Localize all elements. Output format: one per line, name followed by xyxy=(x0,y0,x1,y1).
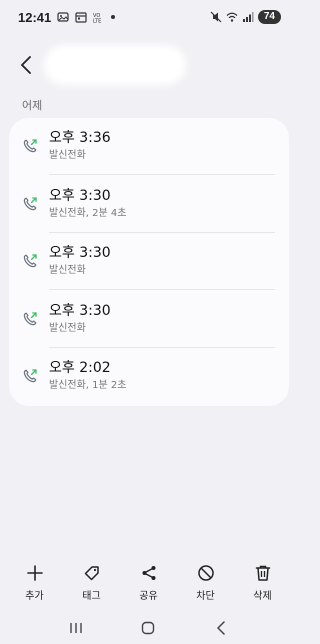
call-text: 오후 3:30 발신전화 xyxy=(49,244,275,278)
block-icon xyxy=(196,563,216,583)
tag-button[interactable]: 태그 xyxy=(67,563,117,602)
status-bar: 12:41 VO LTE 74 xyxy=(0,0,297,34)
gallery-icon xyxy=(57,11,69,23)
home-icon xyxy=(142,621,155,635)
status-left: 12:41 VO LTE xyxy=(18,9,116,25)
battery-badge: 74 xyxy=(257,10,281,24)
share-label: 공유 xyxy=(139,591,158,602)
contact-name xyxy=(50,51,180,79)
block-button[interactable]: 차단 xyxy=(181,563,231,602)
tag-label: 태그 xyxy=(82,591,101,602)
outgoing-call-icon xyxy=(22,311,38,327)
outgoing-call-icon xyxy=(22,253,38,269)
header xyxy=(0,40,297,90)
call-detail: 발신전화 xyxy=(49,322,86,334)
delete-button[interactable]: 삭제 xyxy=(238,563,288,602)
block-label: 차단 xyxy=(196,591,215,602)
call-text: 오후 3:36 발신전화 xyxy=(49,129,275,163)
chevron-left-icon xyxy=(21,56,31,74)
back-button[interactable] xyxy=(6,45,46,85)
call-log-row[interactable]: 오후 3:30 발신전화 xyxy=(9,233,289,291)
tag-icon xyxy=(82,563,102,583)
status-right: 74 xyxy=(210,10,281,24)
call-detail: 발신전화 xyxy=(49,150,86,161)
outgoing-call-icon xyxy=(22,368,38,384)
nav-back-button[interactable] xyxy=(206,614,236,642)
call-detail: 발신전화, 1분 2초 xyxy=(49,380,127,392)
dual-sim-icon: VO LTE xyxy=(93,11,105,23)
call-history-card: 오후 3:36 발신전화 오후 3:30 발신전화, 2분 4초 오후 3:30 발신전화… xyxy=(9,118,289,406)
call-log-row[interactable]: 오후 3:30 발신전화, 2분 4초 xyxy=(9,176,289,233)
call-log-row[interactable]: 오후 3:30 발신전화 xyxy=(9,291,289,348)
delete-label: 삭제 xyxy=(253,591,272,602)
calendar-icon xyxy=(75,11,87,23)
call-detail: 발신전화, 2분 4초 xyxy=(49,207,127,219)
add-button[interactable]: 추가 xyxy=(10,563,60,602)
call-detail: 발신전화 xyxy=(49,265,86,277)
mute-icon xyxy=(210,11,222,23)
call-time: 오후 3:30 xyxy=(49,187,111,204)
call-time: 오후 3:36 xyxy=(49,130,111,146)
share-icon xyxy=(139,563,159,583)
outgoing-call-icon xyxy=(22,196,38,212)
wifi-icon xyxy=(226,11,238,23)
call-time: 오후 3:30 xyxy=(49,245,111,262)
call-time: 오후 2:02 xyxy=(49,360,111,377)
add-label: 추가 xyxy=(25,591,44,602)
home-button[interactable] xyxy=(133,614,163,642)
call-text: 오후 3:30 발신전화, 2분 4초 xyxy=(49,187,275,221)
call-text: 오후 3:30 발신전화 xyxy=(49,302,275,336)
share-button[interactable]: 공유 xyxy=(124,563,174,602)
recents-icon xyxy=(70,623,82,633)
dot-icon xyxy=(111,15,116,19)
call-text: 오후 2:02 발신전화, 1분 2초 xyxy=(49,359,275,393)
navigation-bar xyxy=(0,612,297,644)
section-label: 어제 xyxy=(22,99,43,112)
call-log-row[interactable]: 오후 2:02 발신전화, 1분 2초 xyxy=(9,348,289,405)
svg-text:LTE: LTE xyxy=(93,19,101,24)
nav-back-icon xyxy=(217,621,225,635)
trash-icon xyxy=(253,563,273,583)
call-log-row[interactable]: 오후 3:36 발신전화 xyxy=(9,118,289,175)
outgoing-call-icon xyxy=(22,138,38,154)
recents-button[interactable] xyxy=(61,614,91,642)
plus-icon xyxy=(25,563,45,583)
call-time: 오후 3:30 xyxy=(49,302,111,319)
signal-icon xyxy=(242,11,254,23)
status-time: 12:41 xyxy=(18,9,52,25)
action-bar: 추가 태그 공유 차단 삭제 xyxy=(0,563,297,613)
